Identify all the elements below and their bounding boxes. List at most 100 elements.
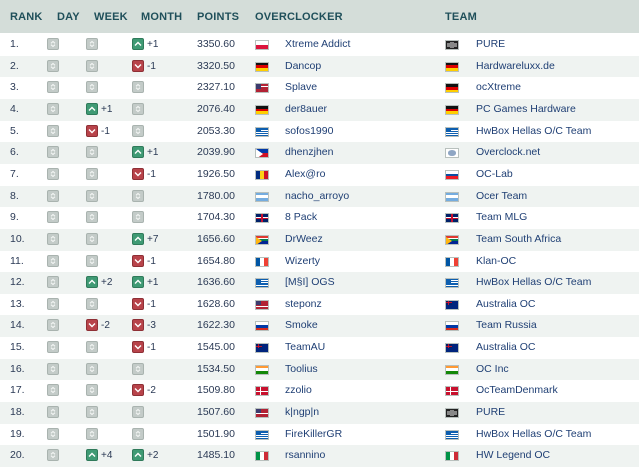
overclocker-link[interactable]: dhenzjhen	[285, 142, 333, 164]
denmark-flag-icon	[445, 386, 459, 397]
team-link[interactable]: Ocer Team	[476, 186, 527, 208]
rank-cell: 12.	[10, 276, 25, 289]
team-link[interactable]: Team South Africa	[476, 229, 561, 251]
team-link[interactable]: OC-Lab	[476, 164, 513, 186]
overclocker-link[interactable]: Smoke	[285, 315, 318, 337]
day-change-indicator	[47, 406, 59, 419]
week-change-value: +4	[101, 450, 113, 462]
rank-cell: 13.	[10, 297, 25, 310]
header-team: TEAM	[445, 11, 477, 23]
month-change-indicator	[132, 102, 144, 115]
month-change-indicator	[132, 124, 144, 137]
team-link[interactable]: Klan-OC	[476, 251, 516, 273]
germany-flag-icon	[255, 104, 269, 115]
week-change-indicator	[86, 102, 98, 115]
day-change-indicator	[47, 38, 59, 50]
overclocker-link[interactable]: DrWeez	[285, 229, 323, 251]
team-link[interactable]: Team Russia	[476, 315, 537, 337]
rank-cell: 5.	[10, 124, 19, 137]
france-flag-icon	[445, 256, 459, 267]
overclocker-link[interactable]: zzolio	[285, 380, 312, 402]
overclocker-link[interactable]: [M§I] OGS	[285, 272, 335, 294]
day-change-indicator	[47, 211, 59, 224]
table-row: 18. 1507.60 k|ngp|n PURE	[0, 402, 639, 424]
overclocker-link[interactable]: TeamAU	[285, 337, 325, 359]
overclocker-link[interactable]: der8auer	[285, 99, 327, 121]
week-change-indicator	[86, 341, 98, 354]
overclocker-link[interactable]: Xtreme Addict	[285, 34, 350, 56]
week-change-value: +2	[101, 277, 113, 289]
month-change-indicator	[132, 38, 144, 50]
day-change-indicator	[47, 319, 59, 332]
day-change-indicator	[47, 232, 59, 245]
overclocker-link[interactable]: Dancop	[285, 56, 321, 78]
points-cell: 2076.40	[197, 102, 235, 115]
overclocker-link[interactable]: 8 Pack	[285, 207, 317, 229]
header-overclocker: OVERCLOCKER	[255, 11, 343, 23]
rank-cell: 17.	[10, 384, 25, 397]
day-change-indicator	[47, 341, 59, 354]
germany-flag-icon	[445, 83, 459, 94]
week-change-indicator	[86, 319, 98, 332]
overclocker-link[interactable]: Alex@ro	[285, 164, 325, 186]
week-change-indicator	[86, 427, 98, 440]
week-change-indicator	[86, 81, 98, 94]
points-cell: 2327.10	[197, 81, 235, 94]
greece-flag-icon	[255, 126, 269, 137]
day-change-indicator	[47, 254, 59, 267]
points-cell: 1704.30	[197, 211, 235, 224]
day-change-indicator	[47, 102, 59, 115]
argentina-flag-icon	[445, 191, 459, 202]
overclocker-link[interactable]: sofos1990	[285, 121, 333, 143]
month-change-indicator	[132, 167, 144, 180]
italy-flag-icon	[445, 451, 459, 462]
overclocker-link[interactable]: nacho_arroyo	[285, 186, 349, 208]
overclocker-link[interactable]: Wizerty	[285, 251, 320, 273]
overclocker-link[interactable]: k|ngp|n	[285, 402, 319, 424]
team-link[interactable]: OcTeamDenmark	[476, 380, 558, 402]
points-cell: 1509.80	[197, 384, 235, 397]
day-change-indicator	[47, 59, 59, 72]
rank-cell: 19.	[10, 427, 25, 440]
month-change-value: -1	[147, 298, 156, 310]
team-link[interactable]: Hardwareluxx.de	[476, 56, 555, 78]
team-link[interactable]: PC Games Hardware	[476, 99, 576, 121]
overclocker-link[interactable]: FireKillerGR	[285, 424, 342, 446]
overclocker-link[interactable]: Splave	[285, 77, 317, 99]
month-change-value: +1	[147, 147, 159, 159]
greece-flag-icon	[255, 278, 269, 289]
points-cell: 2039.90	[197, 146, 235, 159]
team-link[interactable]: OC Inc	[476, 359, 509, 381]
points-cell: 1656.60	[197, 232, 235, 245]
overclocker-link[interactable]: steponz	[285, 294, 322, 316]
month-change-value: -1	[147, 342, 156, 354]
month-change-value: -1	[147, 255, 156, 267]
month-change-indicator	[132, 254, 144, 267]
week-change-value: -2	[101, 320, 110, 332]
overclocker-link[interactable]: Toolius	[285, 359, 318, 381]
points-cell: 3350.60	[197, 38, 235, 50]
team-link[interactable]: PURE	[476, 402, 505, 424]
team-link[interactable]: ocXtreme	[476, 77, 521, 99]
team-link[interactable]: HwBox Hellas O/C Team	[476, 121, 591, 143]
team-link[interactable]: Australia OC	[476, 294, 536, 316]
month-change-value: -3	[147, 320, 156, 332]
week-change-indicator	[86, 124, 98, 137]
france-flag-icon	[255, 256, 269, 267]
team-link[interactable]: HwBox Hellas O/C Team	[476, 424, 591, 446]
team-link[interactable]: Overclock.net	[476, 142, 540, 164]
day-change-indicator	[47, 276, 59, 289]
month-change-indicator	[132, 406, 144, 419]
overclocker-link[interactable]: rsannino	[285, 445, 325, 467]
points-cell: 1628.60	[197, 297, 235, 310]
rank-cell: 3.	[10, 81, 19, 94]
team-link[interactable]: Team MLG	[476, 207, 527, 229]
usa-flag-icon	[255, 299, 269, 310]
uk-flag-icon	[255, 213, 269, 224]
south-africa-flag-icon	[445, 234, 459, 245]
week-change-value: -1	[101, 125, 110, 137]
team-link[interactable]: PURE	[476, 34, 505, 56]
team-link[interactable]: HW Legend OC	[476, 445, 550, 467]
team-link[interactable]: Australia OC	[476, 337, 536, 359]
team-link[interactable]: HwBox Hellas O/C Team	[476, 272, 591, 294]
